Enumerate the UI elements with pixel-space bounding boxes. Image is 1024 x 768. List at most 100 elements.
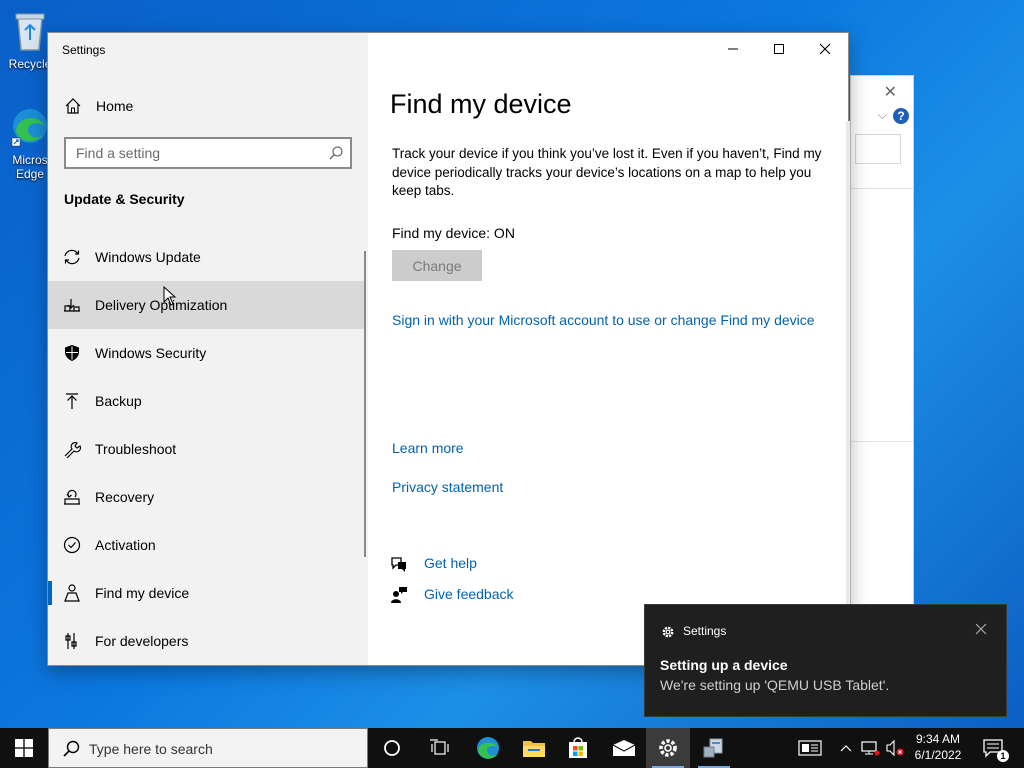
- gear-icon: [662, 626, 674, 638]
- taskbar-search-placeholder: Type here to search: [89, 741, 213, 757]
- give-feedback-link[interactable]: Give feedback: [424, 586, 514, 602]
- windows-logo-icon: [15, 739, 33, 757]
- store-bag-icon: [569, 737, 587, 758]
- action-center-button[interactable]: 1: [976, 728, 1020, 768]
- sidebar-item-label: Troubleshoot: [95, 441, 177, 457]
- recovery-icon: [64, 489, 80, 505]
- sidebar-item-delivery-optimization[interactable]: Delivery Optimization: [48, 281, 366, 329]
- sidebar-item-windows-security[interactable]: Windows Security: [48, 329, 366, 377]
- sidebar-item-troubleshoot[interactable]: Troubleshoot: [48, 425, 366, 473]
- toast-title: Setting up a device: [660, 657, 788, 673]
- tray-notification-area[interactable]: [794, 728, 826, 768]
- sidebar-item-home[interactable]: Home: [48, 91, 368, 121]
- page-title: Find my device: [390, 89, 572, 119]
- edge-icon: [11, 109, 47, 147]
- toast-notification[interactable]: Settings Setting up a device We're setti…: [645, 605, 1006, 716]
- chevron-down-icon[interactable]: ⌵: [878, 108, 887, 123]
- microsoft-store-button[interactable]: [556, 728, 600, 768]
- divider: [851, 441, 913, 442]
- sidebar-item-recovery[interactable]: Recovery: [48, 473, 366, 521]
- sidebar-item-windows-update[interactable]: Windows Update: [48, 233, 366, 281]
- sidebar-nav: Windows Update Delivery Optimization Win…: [48, 233, 368, 665]
- volume-button[interactable]: [884, 728, 906, 768]
- sidebar-item-label: For developers: [95, 633, 189, 649]
- taskbar-clock[interactable]: 9:34 AM 6/1/2022: [908, 731, 968, 763]
- clock-date: 6/1/2022: [914, 748, 962, 762]
- start-button[interactable]: [0, 728, 48, 768]
- cortana-button[interactable]: [370, 728, 414, 768]
- check-circle-icon: [63, 536, 81, 554]
- network-button[interactable]: [858, 728, 882, 768]
- show-hidden-icons-button[interactable]: [836, 728, 856, 768]
- selected-indicator: [48, 581, 52, 605]
- network-icon: [861, 741, 880, 756]
- text-field[interactable]: [855, 134, 901, 164]
- background-window[interactable]: ✕ ⌵ ?: [850, 75, 914, 605]
- help-icon[interactable]: ?: [893, 108, 909, 124]
- edge-icon: [477, 737, 499, 759]
- home-icon: [65, 98, 81, 114]
- wrench-icon: [64, 441, 82, 458]
- search-icon: [63, 740, 80, 757]
- taskbar-app-button[interactable]: [692, 728, 736, 768]
- window-title: Settings: [62, 43, 106, 57]
- privacy-statement-link[interactable]: Privacy statement: [392, 479, 503, 495]
- delivery-icon: [64, 299, 80, 312]
- taskbar: Type here to search 9:34 AM 6/1/2022 1: [0, 728, 1024, 768]
- file-explorer-button[interactable]: [512, 728, 556, 768]
- search-input[interactable]: [66, 139, 316, 167]
- content-scrollbar[interactable]: [846, 121, 850, 641]
- shield-icon: [65, 345, 79, 361]
- toast-app-name: Settings: [683, 624, 727, 638]
- sidebar-item-label: Windows Security: [95, 345, 207, 361]
- mail-button[interactable]: [602, 728, 646, 768]
- backup-arrow-icon: [66, 393, 78, 409]
- volume-muted-icon: [886, 740, 904, 756]
- sidebar-item-activation[interactable]: Activation: [48, 521, 366, 569]
- sidebar-item-label: Find my device: [95, 585, 190, 601]
- divider: [851, 188, 913, 189]
- toast-body: We're setting up 'QEMU USB Tablet'.: [660, 677, 890, 693]
- mouse-cursor-icon: [163, 286, 177, 306]
- person-location-icon: [64, 584, 80, 602]
- notification-count-badge: 1: [997, 750, 1009, 762]
- chat-help-icon: [391, 557, 406, 572]
- signin-link[interactable]: Sign in with your Microsoft account to u…: [392, 312, 815, 328]
- change-button[interactable]: Change: [392, 250, 482, 281]
- notification-icon: [983, 739, 1003, 758]
- close-icon[interactable]: [974, 622, 988, 636]
- sidebar-item-label: Backup: [95, 393, 142, 409]
- find-my-device-status: Find my device: ON: [392, 225, 515, 241]
- clock-time: 9:34 AM: [915, 732, 961, 746]
- desktop-icon-label: Micros Edge: [12, 153, 48, 181]
- sidebar-item-label: Recovery: [95, 489, 155, 505]
- sidebar: Settings Home Update & Security Win: [48, 33, 368, 665]
- taskbar-edge-button[interactable]: [466, 728, 510, 768]
- developer-tools-icon: [65, 633, 77, 649]
- chevron-up-icon: [840, 745, 852, 752]
- cortana-circle-icon: [384, 740, 400, 756]
- close-icon[interactable]: ✕: [884, 82, 897, 102]
- task-view-button[interactable]: [418, 728, 462, 768]
- mail-envelope-icon: [612, 740, 636, 756]
- sidebar-item-for-developers[interactable]: For developers: [48, 617, 366, 665]
- taskbar-search-box[interactable]: Type here to search: [48, 728, 368, 768]
- sidebar-item-label: Windows Update: [95, 249, 201, 265]
- learn-more-link[interactable]: Learn more: [392, 440, 464, 456]
- sidebar-item-find-my-device[interactable]: Find my device: [48, 569, 366, 617]
- find-setting-search[interactable]: [64, 137, 352, 169]
- section-title: Update & Security: [64, 191, 185, 207]
- feedback-person-icon: [391, 587, 407, 603]
- news-widget-icon: [798, 740, 822, 756]
- sidebar-item-backup[interactable]: Backup: [48, 377, 366, 425]
- task-view-icon: [430, 739, 449, 755]
- get-help-link[interactable]: Get help: [424, 555, 477, 571]
- sidebar-scrollbar[interactable]: [364, 251, 366, 557]
- search-icon[interactable]: [328, 145, 344, 161]
- device-setup-icon: [703, 738, 723, 758]
- taskbar-settings-button[interactable]: [646, 728, 690, 768]
- content-pane: Find my device Track your device if you …: [368, 33, 850, 665]
- settings-window[interactable]: Settings Home Update & Security Win: [48, 33, 850, 665]
- sidebar-item-label: Home: [96, 98, 134, 114]
- description: Track your device if you think you’ve lo…: [392, 146, 822, 198]
